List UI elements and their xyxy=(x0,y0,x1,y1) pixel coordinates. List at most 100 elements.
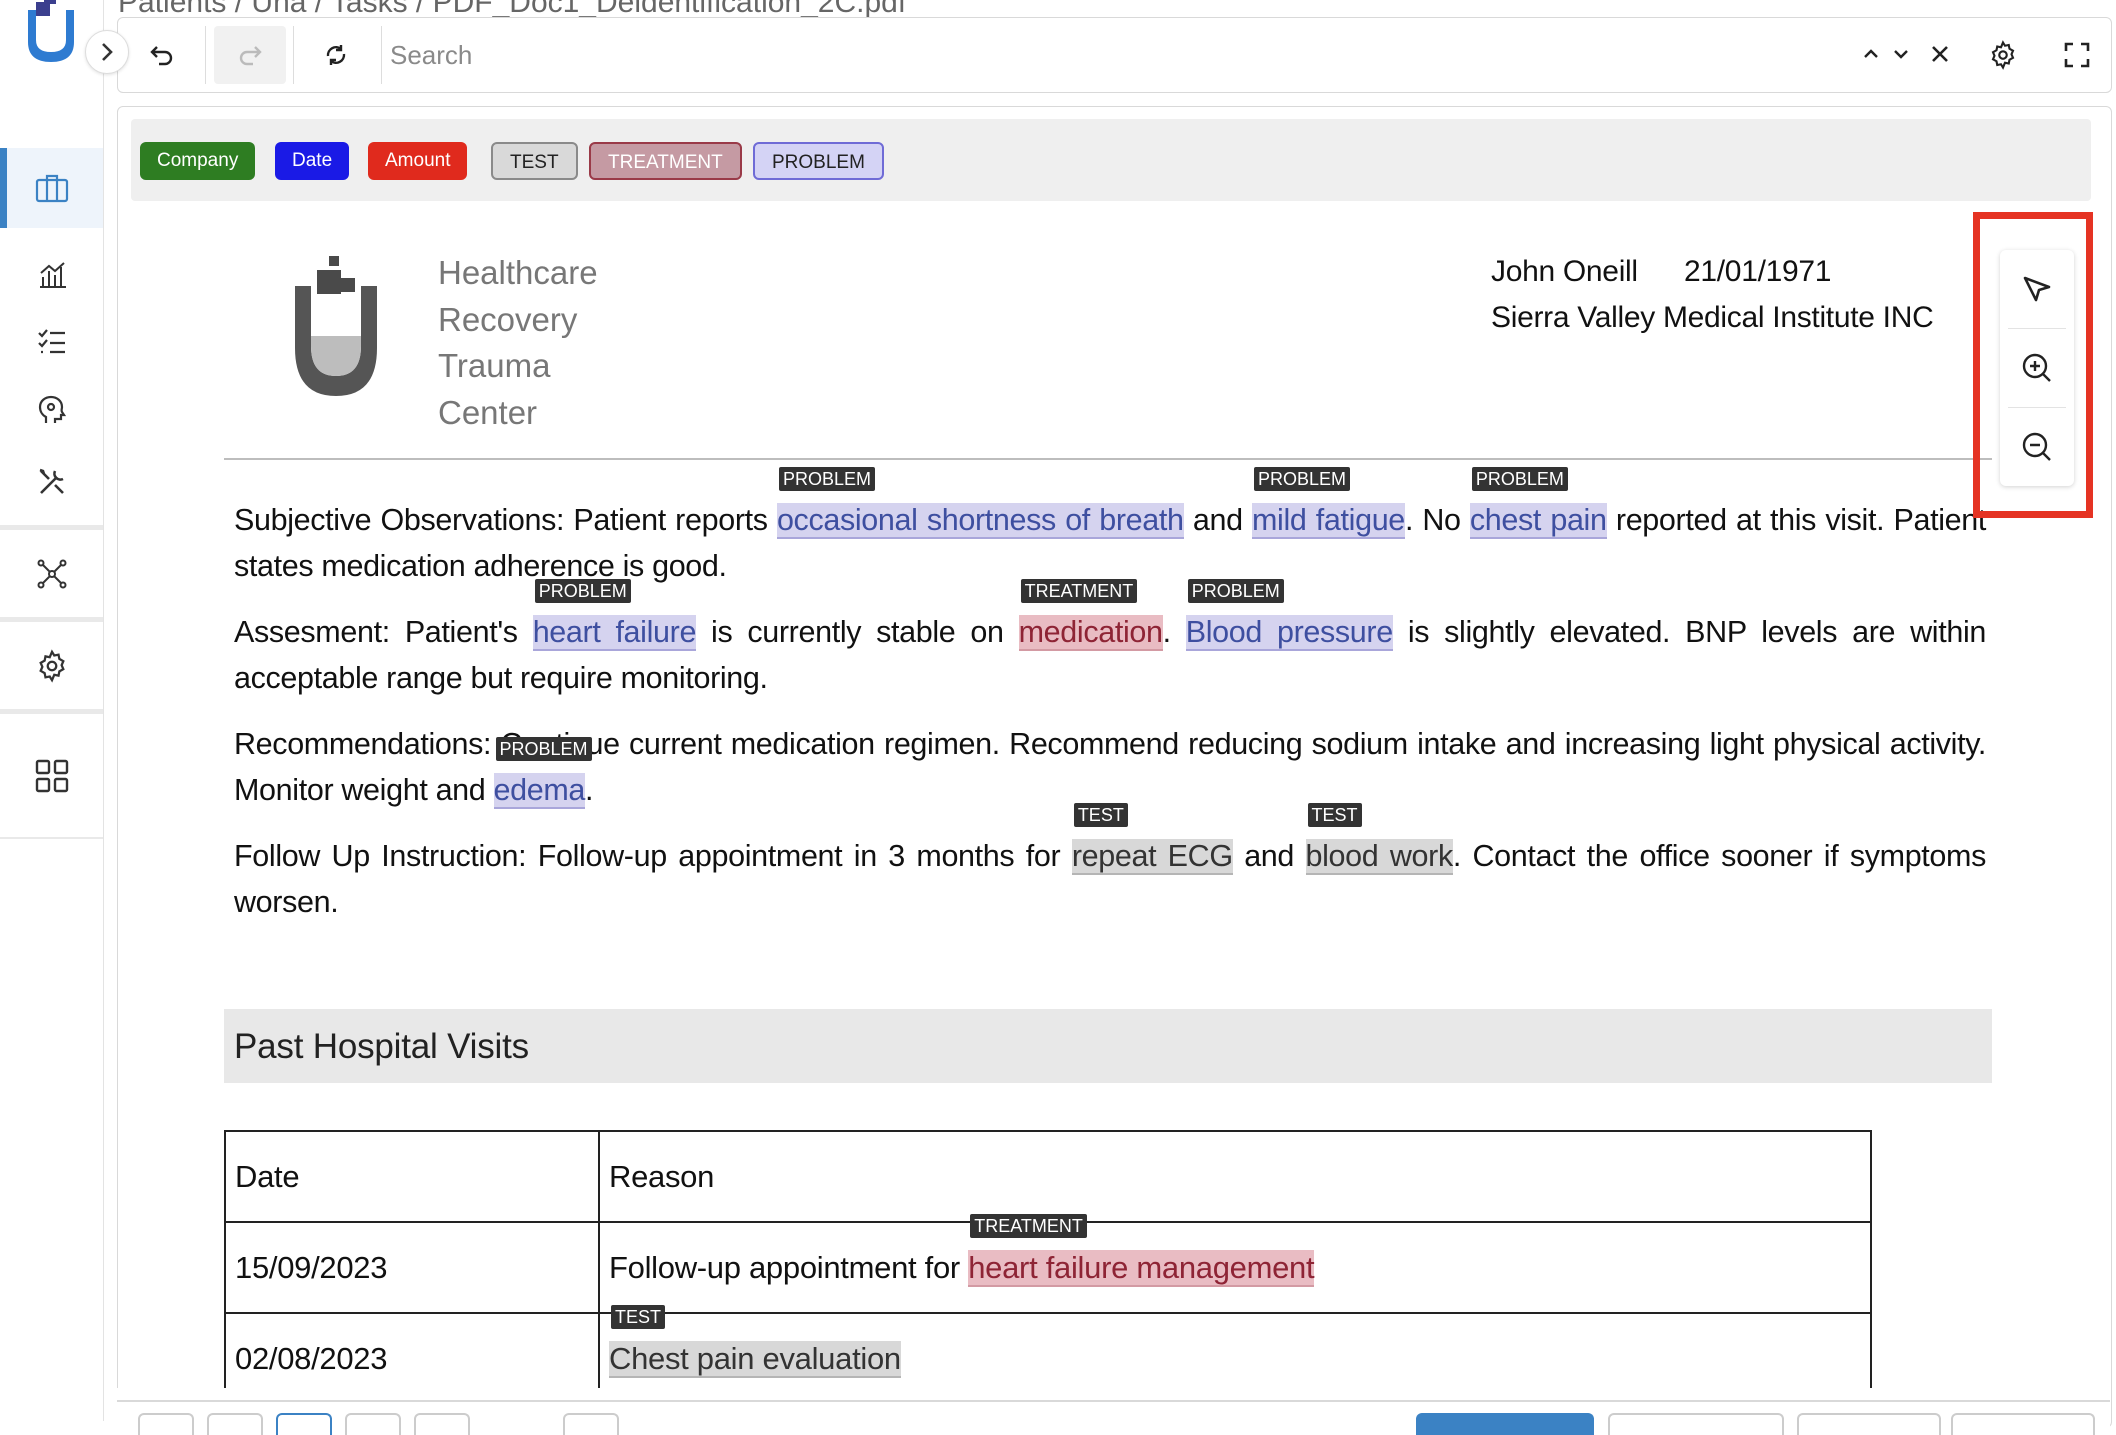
text-run: and xyxy=(1183,503,1252,537)
entity-tag: PROBLEM xyxy=(534,579,631,603)
redo-button[interactable] xyxy=(214,26,286,84)
refresh-icon xyxy=(326,45,346,65)
table-header-cell: Reason xyxy=(598,1130,1872,1223)
institute-name: Sierra Valley Medical Institute INC xyxy=(1491,301,1934,334)
entity-text: heart failure xyxy=(532,615,697,649)
undo-icon xyxy=(150,46,173,66)
entity-test[interactable]: TEST blood work xyxy=(1305,803,1453,875)
clinic-name-line: Recovery xyxy=(438,300,578,338)
header-rule xyxy=(224,458,1992,460)
secondary-action-button[interactable] xyxy=(1608,1413,1784,1435)
pagination-button[interactable] xyxy=(563,1413,619,1435)
pagination-button[interactable] xyxy=(345,1413,401,1435)
tools-icon xyxy=(39,468,64,494)
search-next-button[interactable] xyxy=(1886,38,1916,70)
table-header-cell: Date xyxy=(224,1130,600,1223)
entity-text: chest pain xyxy=(1469,503,1607,537)
close-icon xyxy=(1932,46,1948,62)
entity-problem[interactable]: PROBLEM chest pain xyxy=(1469,467,1607,539)
fullscreen-icon xyxy=(2064,42,2090,68)
entity-text: medication xyxy=(1018,615,1163,649)
sidebar xyxy=(0,0,104,1421)
pagination-button[interactable] xyxy=(414,1413,470,1435)
entity-tag: PROBLEM xyxy=(1254,467,1351,491)
undo-button[interactable] xyxy=(126,26,198,84)
entity-tag: TEST xyxy=(1073,803,1128,827)
text-run: Subjective Observations: Patient reports xyxy=(234,503,777,537)
entity-treatment[interactable]: TREATMENT medication xyxy=(1018,579,1163,651)
refresh-button[interactable] xyxy=(300,26,372,84)
label-chip-problem[interactable]: PROBLEM xyxy=(753,142,884,180)
entity-problem[interactable]: PROBLEM Blood pressure xyxy=(1185,579,1393,651)
gear-icon xyxy=(1991,40,2015,70)
pagination-button-active[interactable] xyxy=(276,1413,332,1435)
checklist-icon xyxy=(37,329,65,354)
table-row: 15/09/2023 Follow-up appointment for TRE… xyxy=(224,1213,1872,1314)
sidebar-item-hub[interactable] xyxy=(0,534,103,614)
sidebar-divider xyxy=(0,617,103,622)
highlight-annotation xyxy=(1973,212,2093,518)
entity-text: repeat ECG xyxy=(1071,839,1233,873)
app-logo[interactable] xyxy=(22,0,80,73)
entity-tag: PROBLEM xyxy=(495,737,592,761)
entity-treatment[interactable]: TREATMENT heart failure management xyxy=(968,1213,1315,1287)
label-chip-date[interactable]: Date xyxy=(275,142,350,180)
pagination-button[interactable] xyxy=(138,1413,194,1435)
entity-tag: TREATMENT xyxy=(970,1213,1087,1238)
settings-button[interactable] xyxy=(1982,34,2024,76)
table-header-row: Date Reason xyxy=(224,1130,1872,1223)
entity-text: heart failure management xyxy=(968,1249,1315,1285)
text-run: Follow-up appointment for xyxy=(609,1249,969,1285)
clinic-name-line: Healthcare xyxy=(438,254,598,291)
label-chip-amount[interactable]: Amount xyxy=(368,142,468,180)
table-cell-reason: Follow-up appointment for TREATMENT heart… xyxy=(598,1213,1872,1314)
network-icon xyxy=(37,559,66,589)
clinic-name-line: Trauma xyxy=(438,347,551,384)
search-prev-button[interactable] xyxy=(1856,38,1886,70)
clinic-name: Healthcare Recovery Trauma Center xyxy=(438,250,598,436)
paragraph-assessment: Assesment: Patient's PROBLEM heart failur… xyxy=(234,579,1986,701)
primary-action-button[interactable] xyxy=(1416,1413,1594,1435)
section-header: Past Hospital Visits xyxy=(224,1009,1992,1083)
text-run: . No xyxy=(1404,503,1470,537)
entity-problem[interactable]: PROBLEM heart failure xyxy=(532,579,697,651)
sidebar-item-settings[interactable] xyxy=(0,626,103,706)
sidebar-toggle-button[interactable] xyxy=(85,30,129,74)
text-run: is currently stable on xyxy=(696,615,1019,649)
toolbar-divider xyxy=(205,26,206,84)
briefcase-icon xyxy=(35,174,68,203)
search-clear-button[interactable] xyxy=(1923,38,1957,70)
fullscreen-button[interactable] xyxy=(2056,34,2098,76)
label-chip-treatment[interactable]: TREATMENT xyxy=(589,142,742,180)
table-cell-date: 15/09/2023 xyxy=(224,1221,600,1314)
label-chip-company[interactable]: Company xyxy=(140,142,256,180)
sidebar-divider xyxy=(0,709,103,714)
chevron-up-icon xyxy=(1864,49,1878,58)
entity-test[interactable]: TEST repeat ECG xyxy=(1071,803,1233,875)
secondary-action-button[interactable] xyxy=(1797,1413,1941,1435)
sidebar-divider xyxy=(0,525,103,530)
search-input[interactable] xyxy=(388,28,1392,82)
text-run: Follow Up Instruction: Follow-up appoint… xyxy=(234,839,1072,873)
text-run: . xyxy=(1162,615,1186,649)
entity-problem[interactable]: PROBLEM edema xyxy=(493,737,592,809)
sidebar-item-models[interactable] xyxy=(0,370,103,450)
clinic-name-line: Center xyxy=(438,393,538,431)
entity-tag: TEST xyxy=(1307,803,1362,827)
label-chip-test[interactable]: TEST xyxy=(491,142,578,180)
pagination-button[interactable] xyxy=(207,1413,263,1435)
gear-icon xyxy=(38,649,65,683)
sidebar-item-apps[interactable] xyxy=(0,736,103,816)
toolbar-divider xyxy=(381,26,382,84)
paragraph-follow-up: Follow Up Instruction: Follow-up appoint… xyxy=(234,803,1986,925)
entity-test[interactable]: TEST Chest pain evaluation xyxy=(609,1304,901,1378)
entity-tag: PROBLEM xyxy=(1471,467,1568,491)
secondary-action-button[interactable] xyxy=(1951,1413,2095,1435)
clinic-logo xyxy=(295,256,377,403)
sidebar-item-projects[interactable] xyxy=(0,148,103,228)
sidebar-item-tools[interactable] xyxy=(0,442,103,522)
chart-icon xyxy=(39,262,66,288)
entity-problem[interactable]: PROBLEM occasional shortness of breath xyxy=(776,467,1184,539)
entity-problem[interactable]: PROBLEM mild fatigue xyxy=(1252,467,1405,539)
grid-icon xyxy=(35,759,68,793)
